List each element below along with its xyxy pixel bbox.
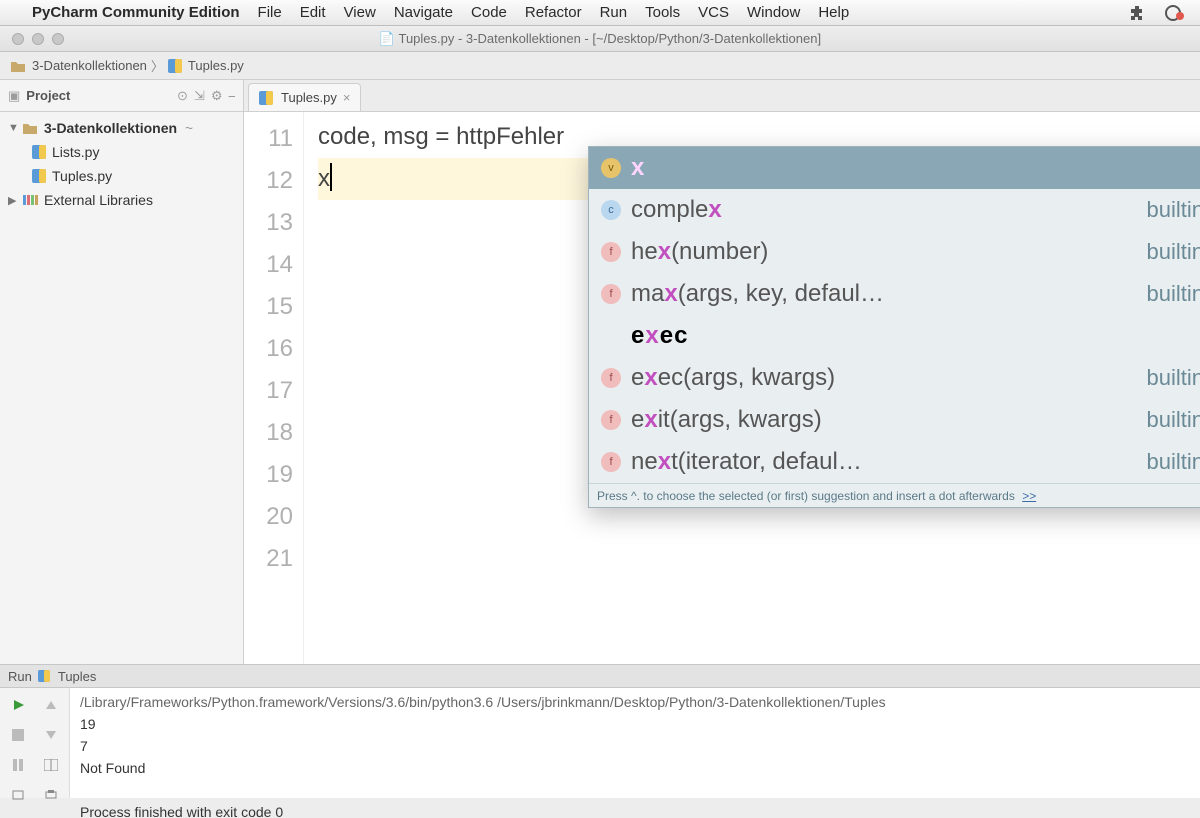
pause-button[interactable] xyxy=(4,752,33,778)
tab-tuples[interactable]: Tuples.py × xyxy=(248,83,361,111)
run-cmd: /Library/Frameworks/Python.framework/Ver… xyxy=(80,694,886,710)
code-current: x xyxy=(318,165,330,192)
up-button[interactable] xyxy=(37,692,66,718)
hide-icon[interactable]: ⎯ xyxy=(229,88,236,104)
menu-file[interactable]: File xyxy=(258,4,282,21)
code-editor[interactable]: 1112131415161718192021 code, msg = httpF… xyxy=(244,112,1200,664)
kind-f-icon: f xyxy=(601,368,621,388)
chevron-down-icon[interactable]: ▼ xyxy=(8,122,18,134)
rerun-button[interactable] xyxy=(4,692,33,718)
menu-run[interactable]: Run xyxy=(600,4,628,21)
python-file-icon xyxy=(38,670,50,682)
project-tool-title: Project xyxy=(26,88,70,103)
run-gutter xyxy=(0,688,70,798)
python-file-icon: 📄 xyxy=(379,31,395,46)
kind-c-icon: c xyxy=(601,200,621,220)
run-header-label: Run xyxy=(8,669,32,684)
restore-button[interactable] xyxy=(4,782,33,808)
run-tool-header: Run Tuples xyxy=(0,664,1200,688)
stop-button[interactable] xyxy=(4,722,33,748)
completion-item[interactable]: vx xyxy=(589,147,1200,189)
python-file-icon xyxy=(32,145,46,159)
completion-item[interactable]: exec xyxy=(589,315,1200,357)
run-config-name[interactable]: Tuples xyxy=(58,669,97,684)
tree-root[interactable]: ▼ 3-Datenkollektionen ~ xyxy=(6,116,243,140)
run-line: 19 xyxy=(80,716,96,732)
tray-record-icon[interactable] xyxy=(1164,4,1186,22)
app-name[interactable]: PyCharm Community Edition xyxy=(32,4,240,21)
chevron-right-icon[interactable]: ▶ xyxy=(8,194,18,207)
tree-file-label: Lists.py xyxy=(52,144,99,160)
menu-help[interactable]: Help xyxy=(818,4,849,21)
folder-icon xyxy=(22,121,38,135)
tab-label: Tuples.py xyxy=(281,90,337,105)
completion-more-link[interactable]: >> xyxy=(1022,489,1036,503)
print-button[interactable] xyxy=(37,782,66,808)
close-tab-icon[interactable]: × xyxy=(343,90,351,105)
completion-item[interactable]: fmax(args, key, defaul…builtins xyxy=(589,273,1200,315)
menu-window[interactable]: Window xyxy=(747,4,800,21)
run-line: Not Found xyxy=(80,760,145,776)
window-title: Tuples.py - 3-Datenkollektionen - [~/Des… xyxy=(398,31,821,46)
tree-libs-label: External Libraries xyxy=(44,192,153,208)
target-icon[interactable]: ⊙ xyxy=(177,88,188,104)
run-line: Process finished with exit code 0 xyxy=(80,804,283,818)
gear-icon[interactable]: ⚙ xyxy=(211,88,223,104)
run-output[interactable]: /Library/Frameworks/Python.framework/Ver… xyxy=(70,688,1200,798)
breadcrumb-file[interactable]: Tuples.py xyxy=(188,58,244,73)
window-titlebar: 📄 Tuples.py - 3-Datenkollektionen - [~/D… xyxy=(0,26,1200,52)
completion-footer: Press ^. to choose the selected (or firs… xyxy=(589,483,1200,507)
kind-f-icon: f xyxy=(601,284,621,304)
breadcrumb: 3-Datenkollektionen 〉 Tuples.py xyxy=(0,52,1200,80)
editor-tabs: Tuples.py × xyxy=(244,80,1200,112)
tree-file-tuples[interactable]: Tuples.py xyxy=(6,164,243,188)
project-tree: ▼ 3-Datenkollektionen ~ Lists.py Tuples.… xyxy=(0,112,243,212)
completion-item[interactable]: fexec(args, kwargs)builtins xyxy=(589,357,1200,399)
folder-icon xyxy=(10,59,26,73)
run-line: 7 xyxy=(80,738,88,754)
tree-root-label: 3-Datenkollektionen xyxy=(44,120,177,136)
library-icon xyxy=(22,193,38,207)
tree-file-label: Tuples.py xyxy=(52,168,112,184)
layout-button[interactable] xyxy=(37,752,66,778)
completion-item[interactable]: fhex(number)builtins xyxy=(589,231,1200,273)
tray-plugin-icon[interactable] xyxy=(1128,4,1146,22)
python-file-icon xyxy=(168,59,182,73)
completion-item[interactable]: fnext(iterator, defaul…builtins xyxy=(589,441,1200,483)
completion-item[interactable]: fexit(args, kwargs)builtins xyxy=(589,399,1200,441)
completion-item[interactable]: ccomplexbuiltins xyxy=(589,189,1200,231)
python-file-icon xyxy=(259,91,273,105)
collapse-icon[interactable]: ⇲ xyxy=(194,88,205,104)
kind-v-icon: v xyxy=(601,158,621,178)
menu-code[interactable]: Code xyxy=(471,4,507,21)
caret-icon xyxy=(330,163,332,191)
completion-popup: vxccomplexbuiltinsfhex(number)builtinsfm… xyxy=(588,146,1200,508)
kind-f-icon: f xyxy=(601,242,621,262)
menu-edit[interactable]: Edit xyxy=(300,4,326,21)
breadcrumb-project[interactable]: 3-Datenkollektionen xyxy=(32,58,147,73)
run-tool: /Library/Frameworks/Python.framework/Ver… xyxy=(0,688,1200,798)
editor-area: Tuples.py × 1112131415161718192021 code,… xyxy=(244,80,1200,664)
mac-menubar: PyCharm Community Edition File Edit View… xyxy=(0,0,1200,26)
chevron-right-icon: 〉 xyxy=(151,56,164,75)
kind-f-icon: f xyxy=(601,452,621,472)
project-tool-toggle-icon[interactable]: ▣ xyxy=(8,88,20,104)
kind-f-icon: f xyxy=(601,410,621,430)
menu-tools[interactable]: Tools xyxy=(645,4,680,21)
line-gutter: 1112131415161718192021 xyxy=(244,112,304,664)
tree-external-libs[interactable]: ▶ External Libraries xyxy=(6,188,243,212)
down-button[interactable] xyxy=(37,722,66,748)
menu-vcs[interactable]: VCS xyxy=(698,4,729,21)
menu-refactor[interactable]: Refactor xyxy=(525,4,582,21)
tree-file-lists[interactable]: Lists.py xyxy=(6,140,243,164)
python-file-icon xyxy=(32,169,46,183)
project-tool-window: ▣ Project ⊙ ⇲ ⚙ ⎯ ▼ 3-Datenkollektionen … xyxy=(0,80,244,664)
menu-view[interactable]: View xyxy=(344,4,376,21)
menu-navigate[interactable]: Navigate xyxy=(394,4,453,21)
